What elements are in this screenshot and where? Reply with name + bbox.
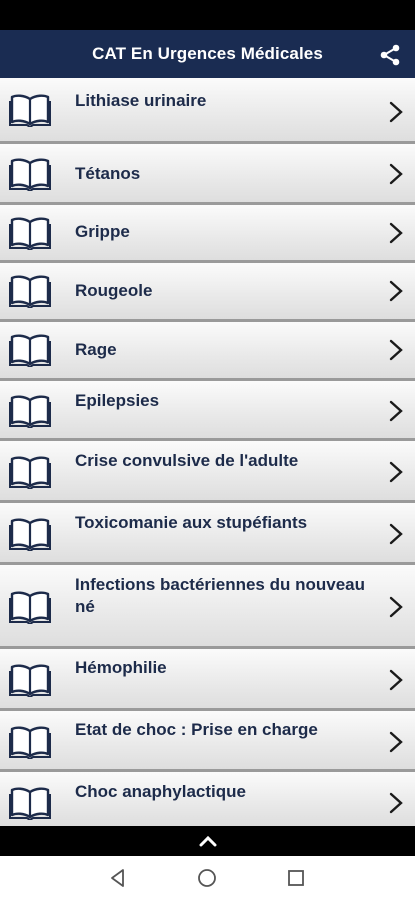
book-icon bbox=[9, 518, 51, 551]
chevron-right-icon bbox=[389, 523, 403, 545]
status-bar bbox=[0, 0, 415, 30]
list-item-label: Lithiase urinaire bbox=[75, 91, 207, 110]
back-icon[interactable] bbox=[108, 868, 128, 888]
chevron-right-icon bbox=[389, 101, 403, 123]
chevron-right-icon bbox=[389, 280, 403, 302]
list-item[interactable]: Crise convulsive de l'adulte bbox=[0, 441, 415, 503]
list-item[interactable]: Hémophilie bbox=[0, 649, 415, 711]
topic-list[interactable]: Lithiase urinaire Tétanos Grippe Rougeol… bbox=[0, 78, 415, 826]
list-item[interactable]: Lithiase urinaire bbox=[0, 78, 415, 144]
chevron-right-icon bbox=[389, 400, 403, 422]
list-item-label: Choc anaphylactique bbox=[75, 782, 246, 801]
list-item[interactable]: Rougeole bbox=[0, 263, 415, 322]
chevron-up-icon[interactable] bbox=[198, 835, 218, 847]
home-icon[interactable] bbox=[197, 868, 217, 888]
book-icon bbox=[9, 787, 51, 820]
list-item-label: Grippe bbox=[75, 222, 130, 241]
list-item[interactable]: Rage bbox=[0, 322, 415, 381]
list-item-label: Hémophilie bbox=[75, 658, 167, 677]
list-item[interactable]: Grippe bbox=[0, 205, 415, 263]
chevron-right-icon bbox=[389, 792, 403, 814]
list-item-label: Etat de choc : Prise en charge bbox=[75, 720, 318, 739]
app-bar: CAT En Urgences Médicales bbox=[0, 30, 415, 78]
list-item[interactable]: Tétanos bbox=[0, 144, 415, 205]
share-button[interactable] bbox=[377, 42, 403, 68]
list-item-label: Epilepsies bbox=[75, 391, 160, 410]
chevron-right-icon bbox=[389, 669, 403, 691]
book-icon bbox=[9, 664, 51, 697]
book-icon bbox=[9, 456, 51, 489]
list-item-label: Crise convulsive de l'adulte bbox=[75, 451, 299, 470]
list-item[interactable]: Etat de choc : Prise en charge bbox=[0, 711, 415, 772]
book-icon bbox=[9, 94, 51, 127]
book-icon bbox=[9, 217, 51, 250]
recents-icon[interactable] bbox=[286, 868, 306, 888]
book-icon bbox=[9, 334, 51, 367]
list-item-label: Rage bbox=[75, 340, 117, 359]
app-title: CAT En Urgences Médicales bbox=[92, 44, 323, 63]
book-icon bbox=[9, 591, 51, 624]
book-icon bbox=[9, 395, 51, 428]
chevron-right-icon bbox=[389, 731, 403, 753]
bottom-toggle-bar[interactable] bbox=[0, 826, 415, 856]
system-nav-bar bbox=[0, 856, 415, 900]
chevron-right-icon bbox=[389, 596, 403, 618]
book-icon bbox=[9, 275, 51, 308]
share-icon bbox=[380, 44, 400, 66]
chevron-right-icon bbox=[389, 163, 403, 185]
chevron-right-icon bbox=[389, 222, 403, 244]
chevron-right-icon bbox=[389, 461, 403, 483]
list-item[interactable]: Infections bactériennes du nouveau né bbox=[0, 565, 415, 649]
list-item-label: Tétanos bbox=[75, 164, 141, 183]
book-icon bbox=[9, 726, 51, 759]
book-icon bbox=[9, 158, 51, 191]
list-item-label: Toxicomanie aux stupéfiants bbox=[75, 513, 308, 532]
list-item[interactable]: Choc anaphylactique bbox=[0, 772, 415, 826]
chevron-right-icon bbox=[389, 339, 403, 361]
list-item[interactable]: Epilepsies bbox=[0, 381, 415, 441]
list-item-label: Infections bactériennes du nouveau né bbox=[75, 575, 366, 616]
list-item[interactable]: Toxicomanie aux stupéfiants bbox=[0, 503, 415, 565]
list-item-label: Rougeole bbox=[75, 281, 153, 300]
